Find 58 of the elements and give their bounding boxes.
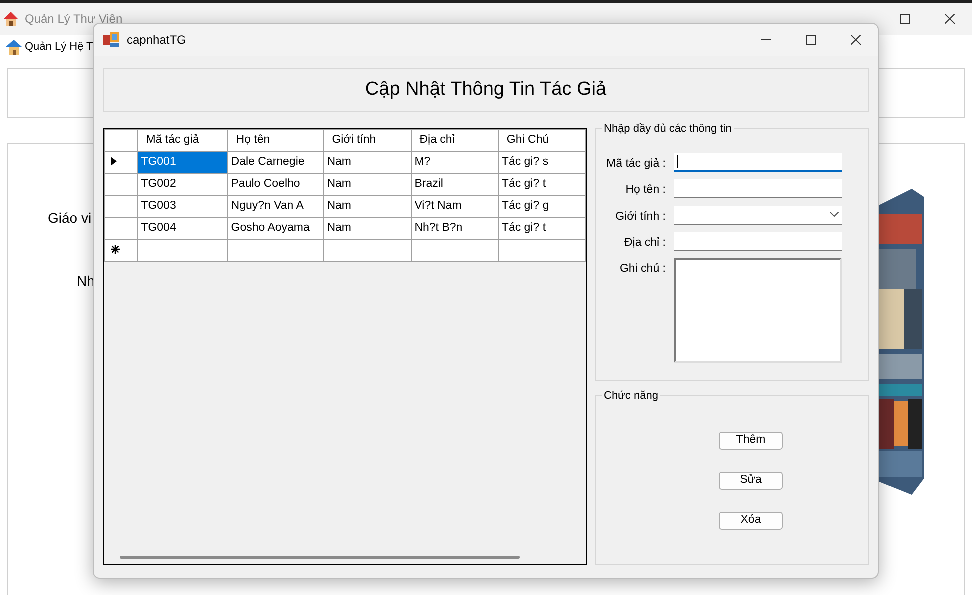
column-header[interactable]: Địa chỉ [411,130,498,152]
input-field[interactable] [674,179,842,198]
table-cell: TG003 [138,196,228,218]
menu-item[interactable]: Quản Lý Hệ T [6,39,94,56]
form-icon [103,32,119,48]
field-label: Họ tên : [624,183,666,198]
table-cell: Nguy?n Van A [228,196,324,218]
table-cell: Nh?t B?n [411,218,498,240]
column-header[interactable]: Giới tính [324,130,412,152]
table-cell: Tác gi? g [498,196,586,218]
row-header[interactable] [104,152,138,174]
field-label: Ghi chú : [618,262,666,277]
table-cell: Dale Carnegie [228,152,324,174]
heading: Cập Nhật Thông Tin Tác Giả [365,78,607,102]
table-cell: Paulo Coelho [228,174,324,196]
table-cell: Vi?t Nam [411,196,498,218]
close-icon [944,14,954,24]
table-cell: TG004 [138,218,228,240]
table-cell: Tác gi? t [498,174,586,196]
table-cell: Nam [324,196,412,218]
action-button[interactable]: Xóa [719,512,783,530]
chevron-down-icon [830,212,839,217]
column-header[interactable]: Ghi Chú [498,130,586,152]
input-field[interactable] [674,232,842,251]
field-label: Địa chỉ : [623,236,666,251]
window-title: Quản Lý Thư Viên [25,11,123,28]
table-cell: Gosho Aoyama [228,218,324,240]
group-title: Nhập đầy đủ các thông tin [602,121,734,138]
action-button[interactable]: Thêm [719,432,783,450]
text-area[interactable] [674,258,842,363]
close-icon [850,35,860,45]
form-label: Giáo vi [48,209,93,228]
field-label: Giới tính : [614,210,666,224]
table-cell: TG001 [138,152,228,174]
table-cell: TG002 [138,174,228,196]
house-icon [6,40,22,55]
input-field[interactable] [674,153,842,172]
row-pointer-icon [111,157,117,166]
data-grid[interactable] [103,128,587,565]
group-title: Chức năng [602,388,660,404]
table-cell: Nam [324,152,412,174]
table-cell: Nam [324,174,412,196]
field-label: Mã tác giả : [606,157,666,172]
table-cell: M? [411,152,498,174]
dropdown-field[interactable] [674,206,842,224]
table-cell: Tác gi? s [498,152,586,174]
table-cell: Tác gi? t [498,218,586,240]
new-row-icon [111,245,120,254]
table-cell: Brazil [411,174,498,196]
column-header[interactable]: Mã tác giả [138,130,228,152]
action-button[interactable]: Sửa [719,472,783,490]
table-cell: Nam [324,218,412,240]
window-title: capnhatTG [127,32,186,49]
scrollbar-thumb[interactable] [120,556,520,559]
maximize-icon [806,35,816,45]
maximize-icon [900,14,910,24]
column-header[interactable]: Họ tên [228,130,324,152]
house-icon [3,11,19,27]
